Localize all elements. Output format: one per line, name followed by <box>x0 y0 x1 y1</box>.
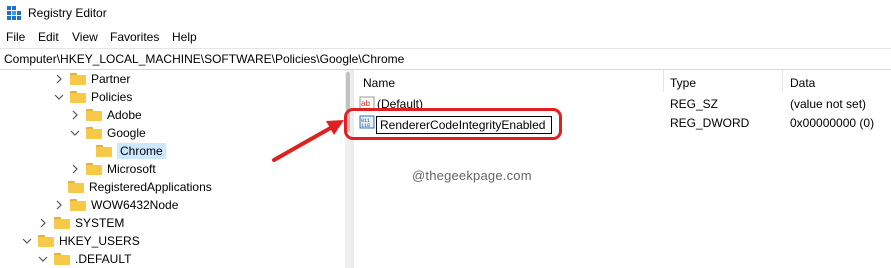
chevron-down-icon[interactable] <box>54 92 64 102</box>
tree-item-label: WOW6432Node <box>91 198 179 212</box>
folder-icon <box>70 91 86 103</box>
menu-favorites[interactable]: Favorites <box>110 30 159 44</box>
tree-item-label: Adobe <box>107 108 142 122</box>
folder-icon <box>86 127 102 139</box>
registry-editor-icon <box>7 6 21 20</box>
tree-item-partner[interactable]: Partner <box>54 70 130 88</box>
folder-icon <box>54 253 70 265</box>
tree-item-label: Microsoft <box>107 162 156 176</box>
chevron-right-icon[interactable] <box>70 164 80 174</box>
tree-item-wow6432node[interactable]: WOW6432Node <box>54 196 178 214</box>
tree-item-system[interactable]: SYSTEM <box>38 214 124 232</box>
folder-icon <box>70 73 86 85</box>
column-header-data[interactable]: Data <box>790 76 815 90</box>
value-data: 0x00000000 (0) <box>790 116 875 130</box>
address-bar[interactable]: Computer\HKEY_LOCAL_MACHINE\SOFTWARE\Pol… <box>0 48 891 70</box>
folder-icon <box>54 217 70 229</box>
tree-item-label: Policies <box>91 90 133 104</box>
annotation-arrow-icon <box>272 120 344 162</box>
address-path[interactable]: Computer\HKEY_LOCAL_MACHINE\SOFTWARE\Pol… <box>4 52 404 66</box>
tree-item-label: SYSTEM <box>75 216 125 230</box>
column-divider[interactable] <box>663 70 664 92</box>
pane-splitter[interactable] <box>351 70 354 268</box>
tree-item-label: Google <box>107 126 146 140</box>
column-divider[interactable] <box>782 70 783 92</box>
chevron-right-icon[interactable] <box>54 200 64 210</box>
watermark: @thegeekpage.com <box>412 168 532 183</box>
tree-item-registeredapplications[interactable]: RegisteredApplications <box>68 178 212 196</box>
chevron-down-icon[interactable] <box>38 254 48 264</box>
highlight-box <box>344 108 562 140</box>
folder-icon <box>70 199 86 211</box>
tree-item-microsoft[interactable]: Microsoft <box>70 160 156 178</box>
menu-file[interactable]: File <box>6 30 25 44</box>
value-data: (value not set) <box>790 97 867 111</box>
tree-item-google[interactable]: Google <box>70 124 146 142</box>
folder-icon <box>68 181 84 193</box>
value-type: REG_DWORD <box>670 116 750 130</box>
tree-item-default[interactable]: .DEFAULT <box>38 250 131 268</box>
column-header-name[interactable]: Name <box>363 76 395 90</box>
chevron-down-icon[interactable] <box>22 236 32 246</box>
menu-help[interactable]: Help <box>172 30 197 44</box>
chevron-right-icon[interactable] <box>54 74 64 84</box>
tree-item-label: Partner <box>91 72 131 86</box>
tree-item-adobe[interactable]: Adobe <box>70 106 142 124</box>
folder-icon <box>86 109 102 121</box>
chevron-right-icon[interactable] <box>70 110 80 120</box>
tree-item-label: .DEFAULT <box>75 252 132 266</box>
chevron-right-icon[interactable] <box>38 218 48 228</box>
window-title: Registry Editor <box>28 6 107 20</box>
svg-text:ab: ab <box>361 99 370 108</box>
folder-icon <box>38 235 54 247</box>
tree-item-label: RegisteredApplications <box>89 180 212 194</box>
menu-bar: File Edit View Favorites Help <box>0 26 891 48</box>
chevron-down-icon[interactable] <box>70 128 80 138</box>
folder-icon <box>86 163 102 175</box>
tree-item-chrome[interactable]: Chrome <box>96 142 166 160</box>
value-type: REG_SZ <box>670 97 719 111</box>
folder-icon <box>96 145 112 157</box>
menu-edit[interactable]: Edit <box>38 30 59 44</box>
tree-item-label: Chrome <box>117 143 166 159</box>
menu-view[interactable]: View <box>72 30 98 44</box>
tree-pane[interactable]: Partner Policies Adobe Google Chrome Mic… <box>0 70 345 268</box>
tree-item-hkey-users[interactable]: HKEY_USERS <box>22 232 140 250</box>
column-header-type[interactable]: Type <box>670 76 696 90</box>
tree-item-policies[interactable]: Policies <box>54 88 132 106</box>
tree-item-label: HKEY_USERS <box>59 234 140 248</box>
title-bar: Registry Editor <box>0 0 891 26</box>
